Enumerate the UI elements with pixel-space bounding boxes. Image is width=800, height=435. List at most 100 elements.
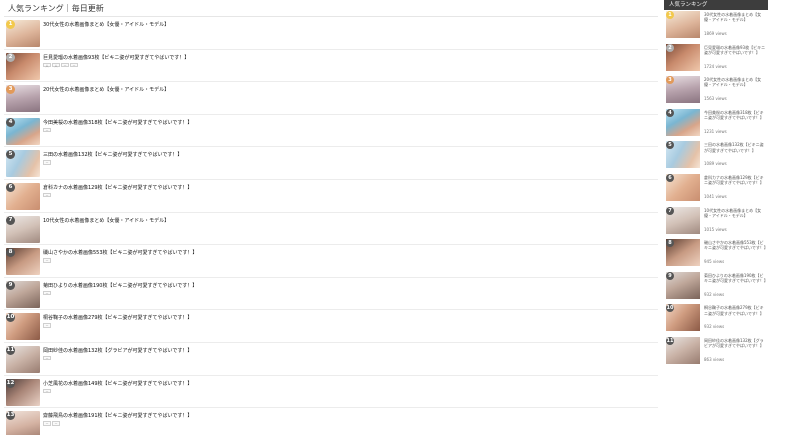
rank-badge: 9 [6,280,15,290]
sidebar-ranking-item[interactable]: 2 巨見愛瑠の水着画像93枚【ビキニ姿が可愛すぎてやばいです！】 1724 view… [664,43,768,76]
tag-list: ー [43,355,52,361]
sidebar-article-title[interactable]: 今田美桜の水着画像318枚【ビキニ姿が可愛すぎてやばいです！】 [704,110,766,126]
article-title-link[interactable]: 磯山さやかの水着画像553枚【ビキニ姿が可愛すぎてやばいです！】 [43,250,197,256]
article-title-link[interactable]: 巨見愛瑠の水着画像93枚【ビキニ姿が可愛すぎてやばいです！】 [43,55,189,61]
tag-chip[interactable]: ー [43,160,52,165]
sidebar-article-title[interactable]: 桐谷鞠子の水着画像279枚【ビキニ姿が可愛すぎてやばいです！】 [704,305,766,321]
tag-chip[interactable]: ー [70,62,79,67]
sidebar-thumbnail[interactable]: 4 [666,108,700,136]
article-thumbnail[interactable]: 1 [6,20,40,47]
sidebar-article-title[interactable]: 巨見愛瑠の水着画像93枚【ビキニ姿が可愛すぎてやばいです！】 [704,45,766,61]
ranking-row[interactable]: 11 岡田紗佳の水着画像132枚【グラビアが可愛すぎてやばいです！】ー [4,343,658,376]
tag-list: ー [43,258,52,263]
sidebar-article-title[interactable]: 10代女性の水着画像まとめ【女優・アイドル・モデル】 [704,208,766,224]
ranking-row[interactable]: 8 磯山さやかの水着画像553枚【ビキニ姿が可愛すぎてやばいです！】ー [4,245,658,278]
article-title-link[interactable]: 小芝風花の水着画像149枚【ビキニ姿が可愛すぎてやばいです！】 [43,381,192,387]
sidebar-thumbnail[interactable]: 8 [666,239,700,267]
article-thumbnail[interactable]: 11 [6,345,40,373]
sidebar-ranking-item[interactable]: 6 倉科カナの水着画像129枚【ビキニ姿が可愛すぎてやばいです！】 1041 vie… [664,173,768,206]
sidebar-thumbnail[interactable]: 3 [666,76,700,104]
sidebar-thumbnail[interactable]: 5 [666,141,700,169]
tag-chip[interactable]: ー [52,421,61,426]
ranking-row[interactable]: 1 30代女性の水着画像まとめ【女優・アイドル・モデル】 [4,17,658,50]
article-thumbnail[interactable]: 8 [6,248,40,276]
sidebar-article-title[interactable]: 磯山さやかの水着画像553枚【ビキニ姿が可愛すぎてやばいです！】 [704,240,766,256]
rank-badge: 13 [6,411,15,421]
sidebar-ranking-item[interactable]: 8 磯山さやかの水着画像553枚【ビキニ姿が可愛すぎてやばいです！】 945 vie… [664,238,768,271]
tag-chip[interactable]: ー [43,355,52,361]
ranking-row[interactable]: 9 菊田ひよりの水着画像190枚【ビキニ姿が可愛すぎてやばいです！】ー [4,278,658,311]
rank-badge: 5 [666,141,674,150]
sidebar-thumbnail[interactable]: 11 [666,336,700,364]
article-title-link[interactable]: 倉科カナの水着画像129枚【ビキニ姿が可愛すぎてやばいです！】 [43,185,192,191]
ranking-row[interactable]: 6 倉科カナの水着画像129枚【ビキニ姿が可愛すぎてやばいです！】ー [4,180,658,213]
article-thumbnail[interactable]: 9 [6,280,40,308]
sidebar-thumbnail[interactable]: 2 [666,43,700,71]
tag-list: ー [43,127,52,133]
article-title-link[interactable]: 桐谷鞠子の水着画像279枚【ビキニ姿が可愛すぎてやばいです！】 [43,315,192,321]
sidebar-ranking-item[interactable]: 4 今田美桜の水着画像318枚【ビキニ姿が可愛すぎてやばいです！】 1231 vie… [664,108,768,141]
tag-chip[interactable]: ー [43,127,52,133]
article-thumbnail[interactable]: 12 [6,378,40,406]
article-title-link[interactable]: 岡田紗佳の水着画像132枚【グラビアが可愛すぎてやばいです！】 [43,348,192,354]
ranking-row[interactable]: 12 小芝風花の水着画像149枚【ビキニ姿が可愛すぎてやばいです！】ー [4,376,658,409]
article-title-link[interactable]: 三田の水着画像132枚【ビキニ姿が可愛すぎてやばいです！】 [43,152,182,158]
sidebar-article-title[interactable]: 30代女性の水着画像まとめ【女優・アイドル・モデル】 [704,12,766,28]
article-thumbnail[interactable]: 13 [6,411,40,435]
rank-badge: 5 [6,150,15,160]
article-thumbnail[interactable]: 7 [6,215,40,243]
article-title-link[interactable]: 今田美桜の水着画像318枚【ビキニ姿が可愛すぎてやばいです！】 [43,120,192,126]
sidebar-article-title[interactable]: 倉科カナの水着画像129枚【ビキニ姿が可愛すぎてやばいです！】 [704,175,766,191]
ranking-row[interactable]: 13 齋藤飛鳥の水着画像191枚【ビキニ姿が可愛すぎてやばいです！】ーー [4,408,658,435]
tag-chip[interactable]: ー [43,388,52,393]
ranking-row[interactable]: 5 三田の水着画像132枚【ビキニ姿が可愛すぎてやばいです！】ー [4,147,658,180]
sidebar-ranking-item[interactable]: 10 桐谷鞠子の水着画像279枚【ビキニ姿が可愛すぎてやばいです！】 932 vie… [664,303,768,336]
sidebar-article-title[interactable]: 岡田紗佳の水着画像132枚【グラビアが可愛すぎてやばいです！】 [704,338,766,354]
sidebar-article-title[interactable]: 菊田ひよりの水着画像190枚【ビキニ姿が可愛すぎてやばいです！】 [704,273,766,289]
article-thumbnail[interactable]: 2 [6,52,40,80]
sidebar-ranking-list: 1 30代女性の水着画像まとめ【女優・アイドル・モデル】 1869 views 2 巨見… [664,10,768,369]
article-thumbnail[interactable]: 10 [6,313,40,341]
rank-badge: 4 [666,108,674,117]
sidebar-ranking-item[interactable]: 1 30代女性の水着画像まとめ【女優・アイドル・モデル】 1869 views [664,10,768,43]
ranking-row[interactable]: 4 今田美桜の水着画像318枚【ビキニ姿が可愛すぎてやばいです！】ー [4,115,658,148]
article-title-link[interactable]: 菊田ひよりの水着画像190枚【ビキニ姿が可愛すぎてやばいです！】 [43,283,197,289]
sidebar-ranking-item[interactable]: 9 菊田ひよりの水着画像190枚【ビキニ姿が可愛すぎてやばいです！】 932 vie… [664,271,768,304]
sidebar-ranking-item[interactable]: 7 10代女性の水着画像まとめ【女優・アイドル・モデル】 1015 views [664,206,768,239]
rank-badge: 7 [6,215,15,225]
article-thumbnail[interactable]: 6 [6,182,40,210]
sidebar-ranking-item[interactable]: 11 岡田紗佳の水着画像132枚【グラビアが可愛すぎてやばいです！】 863 vie… [664,336,768,369]
sidebar-thumbnail[interactable]: 6 [666,173,700,201]
tag-chip[interactable]: ー [43,323,52,328]
ranking-row[interactable]: 3 20代女性の水着画像まとめ【女優・アイドル・モデル】 [4,82,658,115]
tag-chip[interactable]: ー [43,192,52,198]
article-title-link[interactable]: 10代女性の水着画像まとめ【女優・アイドル・モデル】 [43,218,169,224]
article-thumbnail[interactable]: 4 [6,117,40,145]
sidebar-ranking-item[interactable]: 5 三田の水着画像132枚【ビキニ姿が可愛すぎてやばいです！】 1089 views [664,140,768,173]
sidebar-thumbnail[interactable]: 9 [666,271,700,299]
view-count: 945 views [704,259,725,265]
sidebar-thumbnail[interactable]: 1 [666,11,700,38]
tag-chip[interactable]: ー [43,290,52,296]
ranking-row[interactable]: 10 桐谷鞠子の水着画像279枚【ビキニ姿が可愛すぎてやばいです！】ー [4,310,658,343]
tag-chip[interactable]: 人 [43,62,52,67]
article-thumbnail[interactable]: 3 [6,85,40,113]
article-title-link[interactable]: 30代女性の水着画像まとめ【女優・アイドル・モデル】 [43,22,169,28]
tag-chip[interactable]: ー [43,258,52,263]
ranking-row[interactable]: 2 巨見愛瑠の水着画像93枚【ビキニ姿が可愛すぎてやばいです！】人人ーー [4,50,658,83]
ranking-list: 1 30代女性の水着画像まとめ【女優・アイドル・モデル】 2 巨見愛瑠の水着画像93枚… [0,17,660,435]
page-title: 人気ランキング｜毎日更新 [8,4,104,13]
tag-chip[interactable]: ー [61,62,70,67]
sidebar-article-title[interactable]: 20代女性の水着画像まとめ【女優・アイドル・モデル】 [704,77,766,93]
sidebar-thumbnail[interactable]: 7 [666,206,700,234]
ranking-row[interactable]: 7 10代女性の水着画像まとめ【女優・アイドル・モデル】 [4,213,658,246]
tag-chip[interactable]: 人 [52,62,61,67]
sidebar-thumbnail[interactable]: 10 [666,304,700,332]
sidebar-ranking-item[interactable]: 3 20代女性の水着画像まとめ【女優・アイドル・モデル】 1563 views [664,75,768,108]
sidebar-article-title[interactable]: 三田の水着画像132枚【ビキニ姿が可愛すぎてやばいです！】 [704,142,766,158]
sidebar-ranking: 人気ランキング 1 30代女性の水着画像まとめ【女優・アイドル・モデル】 1869 … [664,0,768,435]
article-thumbnail[interactable]: 5 [6,150,40,178]
article-title-link[interactable]: 齋藤飛鳥の水着画像191枚【ビキニ姿が可愛すぎてやばいです！】 [43,413,192,419]
article-title-link[interactable]: 20代女性の水着画像まとめ【女優・アイドル・モデル】 [43,87,169,93]
tag-chip[interactable]: ー [43,421,52,426]
